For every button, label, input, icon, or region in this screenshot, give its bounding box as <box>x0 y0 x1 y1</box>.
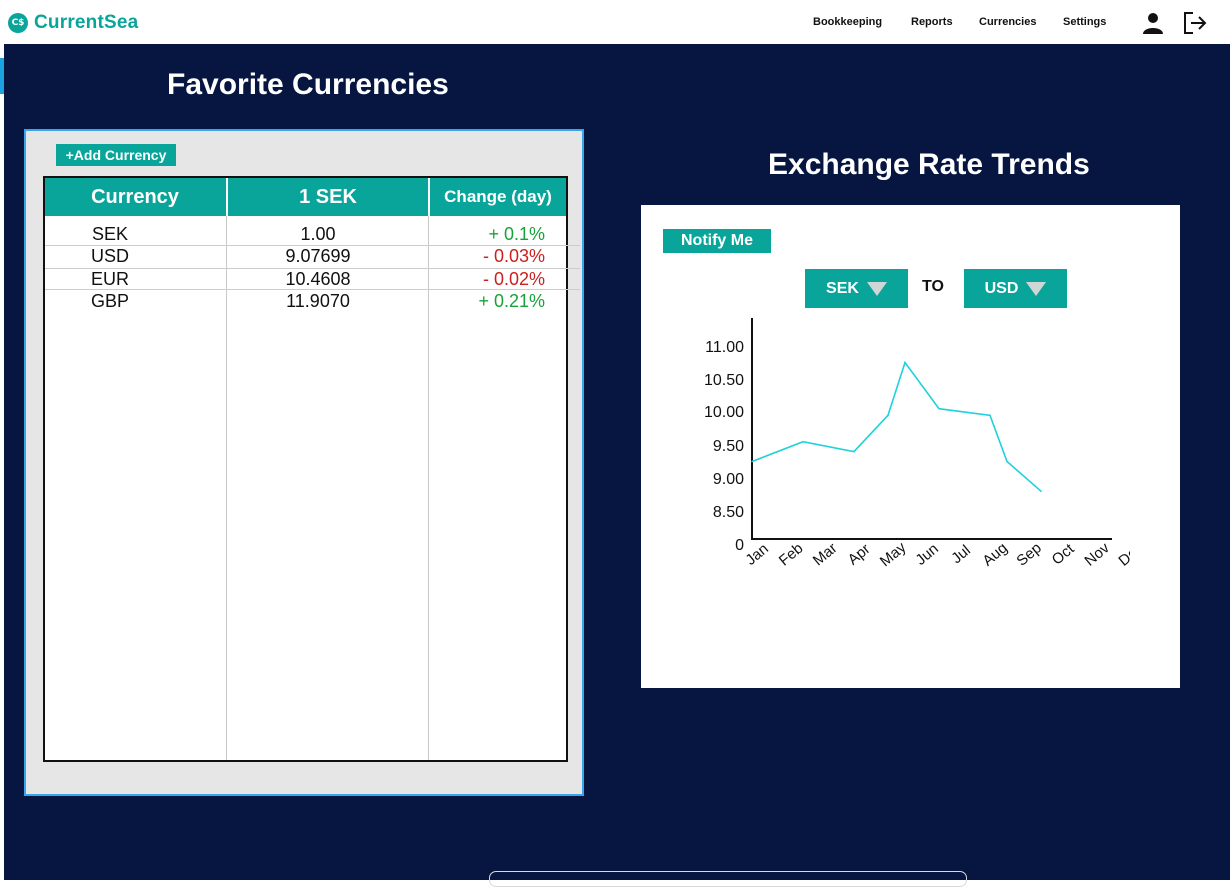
y-axis: 11.00 10.50 10.00 9.50 9.00 8.50 0 <box>704 318 753 554</box>
nav-reports[interactable]: Reports <box>911 16 953 28</box>
dropdown-triangle-icon <box>1026 281 1047 296</box>
header-currency: Currency <box>91 185 179 208</box>
x-tick-label: May <box>877 539 910 571</box>
currency-rate: 1.00 <box>300 224 336 244</box>
table-row[interactable]: USD 9.07699 - 0.03% <box>45 245 580 267</box>
table-header: Currency 1 SEK Change (day) <box>45 178 566 216</box>
x-tick-label: Feb <box>776 540 807 570</box>
series <box>751 360 1042 492</box>
exchange-rate-chart: 11.00 10.50 10.00 9.50 9.00 8.50 0 Jan Feb Mar Ap… <box>704 318 1130 571</box>
notify-me-button[interactable]: Notify Me <box>663 229 771 253</box>
data-point <box>989 414 991 417</box>
to-currency-value: USD <box>984 279 1019 297</box>
currency-code: SEK <box>91 224 129 244</box>
x-tick-label: Oct <box>1049 540 1078 569</box>
dropdown-triangle-icon <box>866 281 887 296</box>
currency-code: USD <box>90 246 129 266</box>
data-point <box>887 414 889 417</box>
y-tick-label: 9.00 <box>713 471 744 488</box>
top-bar: C$ CurrentSea Bookkeeping Reports Curren… <box>0 0 1230 44</box>
data-point <box>751 460 753 463</box>
app-logo[interactable]: C$ CurrentSea <box>8 12 138 34</box>
data-point <box>853 450 855 453</box>
favorites-table: Currency 1 SEK Change (day) SEK 1.00 + 0… <box>43 176 580 762</box>
currency-change: - 0.03% <box>482 246 545 266</box>
app-name: CurrentSea <box>34 12 139 33</box>
y-tick-label: 10.50 <box>704 372 744 389</box>
user-icon[interactable] <box>1141 11 1165 35</box>
y-tick-label: 0 <box>735 537 744 554</box>
left-edge <box>0 44 4 880</box>
currency-logo-icon: C$ <box>8 13 28 33</box>
add-currency-button[interactable]: +Add Currency <box>56 144 176 166</box>
trends-title: Exchange Rate Trends <box>768 148 1090 181</box>
x-tick-label: Mar <box>810 540 841 570</box>
table-row[interactable]: EUR 10.4608 - 0.02% <box>45 268 580 290</box>
series-line <box>751 360 1042 492</box>
x-tick-label: Aug <box>979 539 1010 569</box>
x-tick-label: Jan <box>742 540 771 569</box>
x-tick-label: Sep <box>1013 539 1044 569</box>
currency-code: EUR <box>90 269 129 289</box>
currency-code: GBP <box>90 291 129 311</box>
data-point <box>904 361 906 364</box>
nav-currencies[interactable]: Currencies <box>979 16 1036 28</box>
header-rate: 1 SEK <box>299 185 357 208</box>
logout-icon[interactable] <box>1182 11 1208 35</box>
x-tick-label: Jun <box>912 540 941 569</box>
favorites-title: Favorite Currencies <box>167 68 449 101</box>
x-tick-label: Jul <box>948 542 974 567</box>
left-edge-accent <box>0 58 4 94</box>
from-currency-select[interactable]: SEK <box>805 269 908 308</box>
nav-settings[interactable]: Settings <box>1063 16 1106 28</box>
x-tick-label: Nov <box>1081 539 1113 569</box>
x-tick-label: Apr <box>845 541 874 569</box>
x-tick-label: Dec <box>1115 539 1130 569</box>
table-row[interactable]: SEK 1.00 + 0.1% <box>45 223 580 245</box>
to-currency-select[interactable]: USD <box>964 269 1067 308</box>
data-point <box>802 440 804 443</box>
currency-change: + 0.1% <box>488 224 545 244</box>
currency-rate: 11.9070 <box>286 291 350 311</box>
data-point <box>938 407 940 410</box>
y-tick-label: 9.50 <box>713 438 744 455</box>
data-point <box>1040 490 1042 492</box>
currency-change: + 0.21% <box>478 291 545 311</box>
y-tick-label: 10.00 <box>704 404 744 421</box>
y-tick-label: 8.50 <box>713 504 744 521</box>
from-currency-value: SEK <box>826 279 859 297</box>
y-tick-label: 11.00 <box>705 339 744 356</box>
currency-change: - 0.02% <box>482 269 545 289</box>
currency-rate: 9.07699 <box>285 246 351 266</box>
header-change: Change (day) <box>444 187 552 206</box>
table-row[interactable]: GBP 11.9070 + 0.21% <box>45 290 580 312</box>
scrollbar[interactable] <box>489 871 967 887</box>
x-axis: Jan Feb Mar Apr May Jun Jul Aug Sep Oct Nov Dec <box>742 538 1130 571</box>
data-point <box>1006 460 1008 463</box>
currency-rate: 10.4608 <box>285 269 351 289</box>
nav-bookkeeping[interactable]: Bookkeeping <box>813 16 882 28</box>
to-label: TO <box>922 278 944 295</box>
